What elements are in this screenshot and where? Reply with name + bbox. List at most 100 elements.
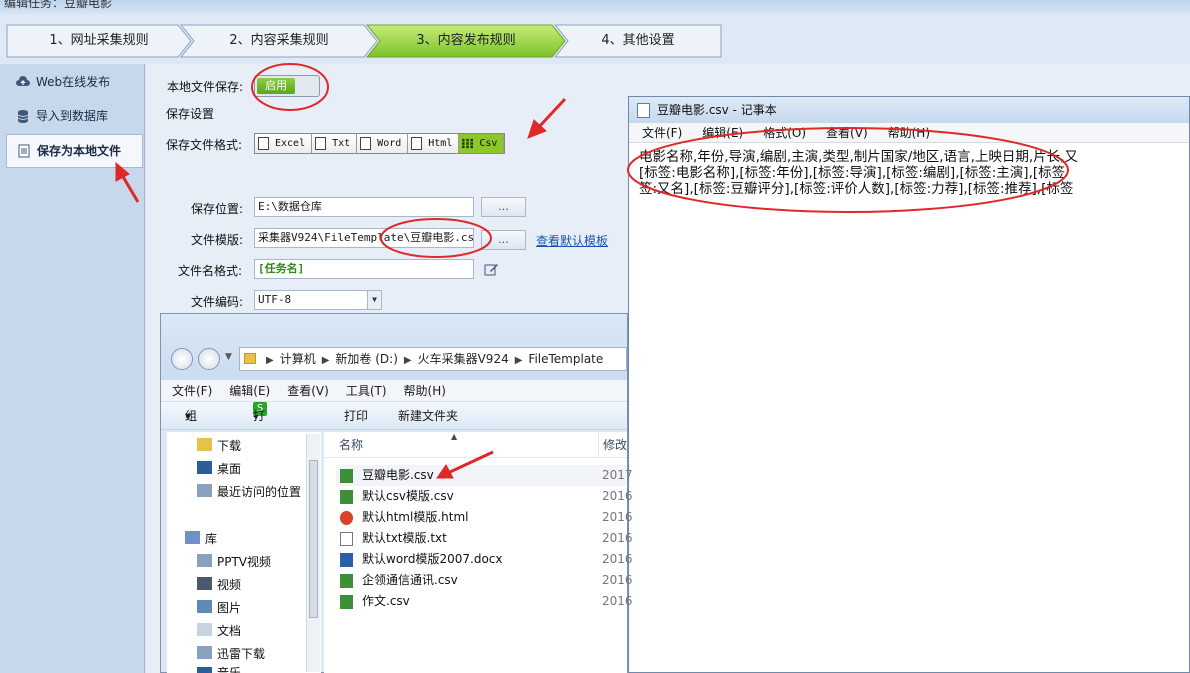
tree-item-thunder[interactable]: 迅雷下载 bbox=[217, 646, 265, 662]
tree-item-downloads[interactable]: 下载 bbox=[217, 438, 241, 454]
file-explorer-window: ▼ ▶ 计算机 ▶ 新加卷 (D:) ▶ 火车采集器V924 ▶ FileTemplate 文… bbox=[160, 313, 633, 673]
edit-icon[interactable] bbox=[484, 262, 499, 276]
encoding-label: 文件编码: bbox=[191, 295, 244, 309]
file-list: 名称 ▲ 修改 豆瓣电影.csv 2017 默认csv模版.csv 2016 默… bbox=[324, 432, 633, 673]
file-row[interactable]: 作文.csv 2016 bbox=[336, 591, 633, 612]
format-html-button[interactable]: Html bbox=[408, 134, 460, 153]
notepad-line: 签:又名],[标签:豆瓣评分],[标签:评价人数],[标签:力荐],[标签:推荐… bbox=[639, 181, 1074, 197]
tree-item-library[interactable]: 库 bbox=[205, 531, 217, 547]
new-folder-button[interactable]: 新建文件夹 bbox=[398, 402, 458, 430]
step-url-rules[interactable]: 1、网址采集规则 bbox=[6, 24, 192, 58]
explorer-menu-view[interactable]: 查看(V) bbox=[276, 380, 335, 401]
notepad-menu-view[interactable]: 查看(V) bbox=[813, 123, 875, 142]
address-bar[interactable]: ▶ 计算机 ▶ 新加卷 (D:) ▶ 火车采集器V924 ▶ FileTemplate bbox=[239, 347, 627, 371]
breadcrumb-app-folder[interactable]: 火车采集器V924 bbox=[418, 352, 509, 366]
notepad-title-bar: 豆瓣电影.csv - 记事本 bbox=[629, 97, 1189, 123]
filename-format-input[interactable]: [任务名] bbox=[254, 259, 474, 279]
tree-item-pictures[interactable]: 图片 bbox=[217, 600, 241, 616]
window-title-bar: 编辑任务：豆瓣电影 bbox=[0, 0, 1190, 14]
file-row[interactable]: 豆瓣电影.csv 2017 bbox=[336, 465, 633, 486]
explorer-menu-bar: 文件(F) 编辑(E) 查看(V) 工具(T) 帮助(H) bbox=[161, 380, 627, 402]
step-publish-rules[interactable]: 3、内容发布规则 bbox=[366, 24, 566, 58]
column-name[interactable]: 名称 bbox=[339, 432, 363, 458]
explorer-menu-file[interactable]: 文件(F) bbox=[161, 380, 218, 401]
file-list-header: 名称 ▲ 修改 bbox=[324, 432, 627, 458]
format-label: 保存文件格式: bbox=[166, 138, 243, 152]
explorer-address-area: ▼ ▶ 计算机 ▶ 新加卷 (D:) ▶ 火车采集器V924 ▶ FileTemplate bbox=[161, 314, 627, 380]
window-title: 编辑任务：豆瓣电影 bbox=[4, 0, 113, 10]
view-default-template-link[interactable]: 查看默认模板 bbox=[536, 232, 608, 249]
tree-item-recent[interactable]: 最近访问的位置 bbox=[217, 484, 301, 500]
column-modified[interactable]: 修改 bbox=[598, 432, 627, 458]
folder-icon bbox=[244, 353, 256, 364]
step-content-rules[interactable]: 2、内容采集规则 bbox=[180, 24, 378, 58]
save-location-browse-button[interactable]: ... bbox=[481, 197, 526, 217]
file-row[interactable]: 默认txt模版.txt 2016 bbox=[336, 528, 633, 549]
music-icon bbox=[197, 667, 212, 673]
filename-format-label: 文件名格式: bbox=[178, 264, 243, 278]
thunder-download-icon bbox=[197, 646, 212, 659]
pptv-folder-icon bbox=[197, 554, 212, 567]
notepad-window: 豆瓣电影.csv - 记事本 文件(F) 编辑(E) 格式(O) 查看(V) 帮… bbox=[628, 96, 1190, 673]
notepad-text-area[interactable]: 电影名称,年份,导演,编剧,主演,类型,制片国家/地区,语言,上映日期,片长,又… bbox=[639, 149, 1190, 197]
notepad-menu-file[interactable]: 文件(F) bbox=[629, 123, 689, 142]
cloud-upload-icon bbox=[16, 76, 30, 86]
tree-scrollbar-thumb[interactable] bbox=[309, 460, 318, 618]
html-icon bbox=[411, 137, 423, 150]
recent-places-icon bbox=[197, 484, 212, 497]
notepad-menu-format[interactable]: 格式(O) bbox=[750, 123, 813, 142]
csv-file-icon bbox=[340, 469, 353, 483]
file-row[interactable]: 企领通信通讯.csv 2016 bbox=[336, 570, 633, 591]
txt-icon bbox=[315, 137, 327, 150]
notepad-menu-bar: 文件(F) 编辑(E) 格式(O) 查看(V) 帮助(H) bbox=[629, 123, 1189, 143]
save-location-label: 保存位置: bbox=[191, 202, 244, 216]
library-icon bbox=[185, 531, 200, 544]
forward-button[interactable] bbox=[198, 348, 220, 370]
sort-arrow-icon: ▲ bbox=[451, 432, 458, 441]
format-txt-button[interactable]: Txt bbox=[312, 134, 358, 153]
format-word-button[interactable]: Word bbox=[357, 134, 409, 153]
notepad-menu-edit[interactable]: 编辑(E) bbox=[689, 123, 750, 142]
sidebar-item-web-publish[interactable]: Web在线发布 bbox=[6, 66, 143, 98]
explorer-menu-edit[interactable]: 编辑(E) bbox=[218, 380, 276, 401]
tree-item-desktop[interactable]: 桌面 bbox=[217, 461, 241, 477]
open-button[interactable]: S 打开 ▾ bbox=[253, 402, 267, 451]
html-file-icon bbox=[340, 511, 353, 525]
csv-file-icon bbox=[340, 490, 353, 504]
explorer-toolbar: 组织 ▾ S 打开 ▾ 打印 新建文件夹 bbox=[161, 402, 627, 451]
template-input[interactable]: 采集器V924\FileTemplate\豆瓣电影.csv bbox=[254, 228, 474, 248]
tree-item-documents[interactable]: 文档 bbox=[217, 623, 241, 639]
breadcrumb-filetemplate[interactable]: FileTemplate bbox=[528, 352, 603, 366]
breadcrumb-drive[interactable]: 新加卷 (D:) bbox=[335, 352, 397, 366]
file-row[interactable]: 默认csv模版.csv 2016 bbox=[336, 486, 633, 507]
explorer-menu-tools[interactable]: 工具(T) bbox=[335, 380, 393, 401]
save-location-input[interactable]: E:\数据仓库 bbox=[254, 197, 474, 217]
sidebar-item-save-local[interactable]: 保存为本地文件 bbox=[6, 134, 143, 168]
print-button[interactable]: 打印 bbox=[344, 402, 368, 430]
breadcrumb-computer[interactable]: 计算机 bbox=[280, 352, 316, 366]
local-save-toggle[interactable]: 启用 bbox=[254, 75, 320, 97]
explorer-menu-help[interactable]: 帮助(H) bbox=[393, 380, 452, 401]
pictures-icon bbox=[197, 600, 212, 613]
tree-item-videos[interactable]: 视频 bbox=[217, 577, 241, 593]
notepad-menu-help[interactable]: 帮助(H) bbox=[875, 123, 937, 142]
organize-button[interactable]: 组织 ▾ bbox=[185, 402, 197, 451]
history-dropdown-icon[interactable]: ▼ bbox=[225, 352, 232, 362]
downloads-folder-icon bbox=[197, 438, 212, 451]
sidebar-item-import-db[interactable]: 导入到数据库 bbox=[6, 100, 143, 132]
format-csv-button[interactable]: Csv bbox=[459, 134, 505, 153]
documents-icon bbox=[197, 623, 212, 636]
file-row[interactable]: 默认html模版.html 2016 bbox=[336, 507, 633, 528]
csv-file-icon bbox=[340, 574, 353, 588]
encoding-select[interactable]: UTF-8 ▼ bbox=[254, 290, 382, 310]
back-button[interactable] bbox=[171, 348, 193, 370]
step-other-settings[interactable]: 4、其他设置 bbox=[554, 24, 722, 58]
format-excel-button[interactable]: Excel bbox=[255, 134, 313, 153]
navigation-tree: 下载 桌面 最近访问的位置 库 PPTV视频 视频 图片 文档 迅雷下载 音乐 bbox=[167, 432, 321, 673]
file-row[interactable]: 默认word模版2007.docx 2016 bbox=[336, 549, 633, 570]
template-browse-button[interactable]: ... bbox=[481, 230, 526, 250]
tree-item-music[interactable]: 音乐 bbox=[217, 665, 241, 673]
chevron-down-icon[interactable]: ▼ bbox=[367, 291, 381, 309]
tree-item-pptv[interactable]: PPTV视频 bbox=[217, 554, 271, 570]
tree-scrollbar[interactable] bbox=[306, 434, 320, 672]
